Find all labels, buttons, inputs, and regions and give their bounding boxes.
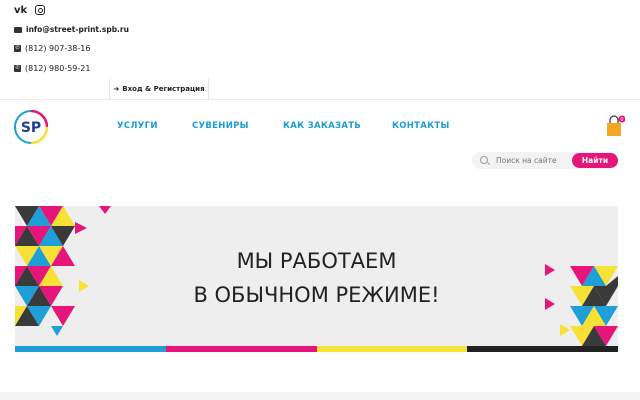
instagram-icon[interactable] [35, 5, 46, 15]
envelope-icon [14, 26, 22, 33]
search-button[interactable]: Найти [572, 153, 618, 168]
header-divider [0, 99, 640, 100]
login-register-link[interactable]: ➜ Вход & Регистрация [109, 78, 209, 100]
email-link[interactable]: info@street-print.spb.ru [14, 25, 129, 34]
color-stripes [15, 346, 618, 352]
nav-item-services[interactable]: УСЛУГИ [117, 121, 158, 131]
phone-icon: ✆ [14, 45, 21, 52]
promo-banner[interactable]: МЫ РАБОТАЕМ В ОБЫЧНОМ РЕЖИМЕ! [15, 206, 618, 352]
search-icon [480, 156, 488, 164]
phone-1[interactable]: ✆ (812) 907-38-16 [14, 44, 90, 53]
stripe-black [467, 346, 618, 352]
email-text: info@street-print.spb.ru [26, 25, 129, 34]
svg-text:0: 0 [620, 117, 623, 123]
search-input[interactable] [496, 154, 566, 167]
site-logo[interactable]: SP [14, 110, 48, 144]
banner-headline: МЫ РАБОТАЕМ В ОБЫЧНОМ РЕЖИМЕ! [15, 244, 618, 312]
phone-2-text: (812) 980-59-21 [25, 64, 91, 73]
stripe-blue [15, 346, 166, 352]
next-section-edge [0, 392, 640, 400]
phone-2[interactable]: ✆ (812) 980-59-21 [14, 64, 90, 73]
phone-icon: ✆ [14, 65, 21, 72]
banner-line-1: МЫ РАБОТАЕМ [236, 249, 397, 273]
svg-text:SP: SP [21, 120, 41, 136]
stripe-pink [165, 346, 317, 352]
vk-icon[interactable]: vk [14, 5, 27, 16]
stripe-yellow [316, 346, 468, 352]
banner-line-2: В ОБЫЧНОМ РЕЖИМЕ! [193, 283, 440, 307]
nav-item-how-to-order[interactable]: КАК ЗАКАЗАТЬ [283, 121, 361, 131]
search-bar: Найти [472, 152, 618, 169]
phone-1-text: (812) 907-38-16 [25, 44, 91, 53]
social-links: vk [14, 4, 46, 16]
cart-icon[interactable]: 0 [605, 115, 625, 137]
sign-in-icon: ➜ [113, 85, 120, 93]
login-label: Вход & Регистрация [122, 85, 205, 93]
nav-item-contacts[interactable]: КОНТАКТЫ [392, 121, 450, 131]
nav-item-souvenirs[interactable]: СУВЕНИРЫ [192, 121, 249, 131]
